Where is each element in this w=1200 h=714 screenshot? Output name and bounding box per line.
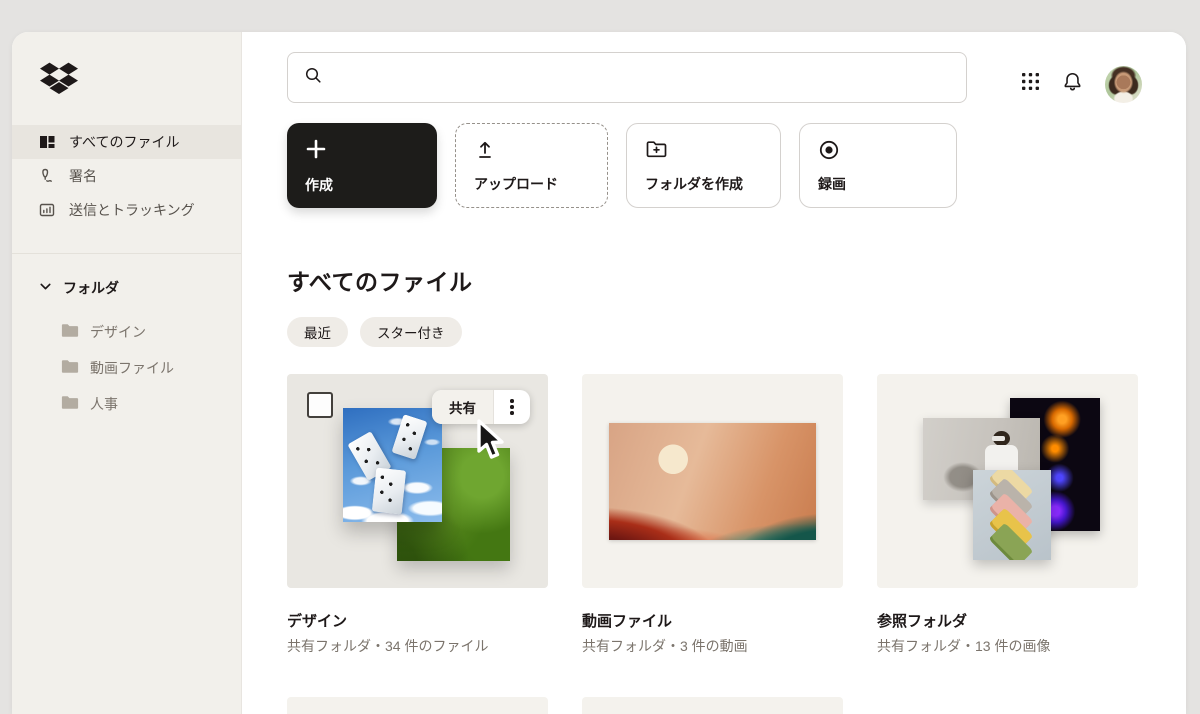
folder-icon: [61, 395, 79, 413]
all-files-icon: [38, 133, 56, 151]
card-subtitle: 共有フォルダ・13 件の画像: [877, 638, 1051, 654]
sidebar-item-label: 署名: [69, 168, 97, 184]
folder-item-label: デザイン: [90, 324, 146, 340]
card-videos[interactable]: 動画ファイル 共有フォルダ・3 件の動画: [582, 374, 843, 656]
sidebar-folders-header[interactable]: フォルダ: [12, 278, 241, 298]
sidebar-nav: すべてのファイル 署名 送信とトラッキング: [12, 125, 241, 227]
record-button-label: 録画: [818, 176, 846, 192]
app-window: すべてのファイル 署名 送信とトラッキング フォルダ デザイン 動画ファイル 人…: [12, 32, 1186, 714]
sidebar-item-signatures[interactable]: 署名: [12, 159, 241, 193]
folder-item-label: 動画ファイル: [90, 360, 174, 376]
card-checkbox[interactable]: [307, 392, 333, 418]
page-title: すべてのファイル: [287, 269, 473, 295]
upload-icon: [474, 139, 496, 166]
create-folder-button[interactable]: フォルダを作成: [626, 123, 781, 208]
filter-starred[interactable]: スター付き: [360, 317, 462, 347]
pen-icon: [38, 167, 56, 185]
plus-icon: [305, 138, 327, 165]
sidebar: すべてのファイル 署名 送信とトラッキング フォルダ デザイン 動画ファイル 人…: [12, 32, 242, 714]
kebab-menu-icon: [510, 399, 514, 415]
folder-icon: [61, 323, 79, 341]
next-row-partial: [287, 697, 843, 714]
folder-icon: [61, 359, 79, 377]
sidebar-divider: [12, 253, 241, 254]
search-input[interactable]: [333, 69, 951, 86]
sidebar-item-all-files[interactable]: すべてのファイル: [12, 125, 241, 159]
filter-recent[interactable]: 最近: [287, 317, 348, 347]
avatar[interactable]: [1105, 65, 1142, 103]
apps-grid-icon[interactable]: [1021, 72, 1040, 96]
card-partial[interactable]: [582, 697, 843, 714]
card-reference[interactable]: 参照フォルダ 共有フォルダ・13 件の画像: [877, 374, 1138, 656]
filter-chips: 最近 スター付き: [287, 317, 462, 347]
folder-plus-icon: [645, 139, 669, 166]
more-options-button[interactable]: [494, 390, 530, 424]
die-shape: [391, 414, 428, 460]
card-title: 参照フォルダ: [877, 613, 968, 630]
card-hover-toolbar: 共有: [432, 390, 530, 424]
sidebar-folder-design[interactable]: デザイン: [12, 314, 241, 350]
folders-header-label: フォルダ: [63, 280, 119, 296]
share-button[interactable]: 共有: [432, 390, 493, 424]
card-partial[interactable]: [287, 697, 548, 714]
card-title: デザイン: [287, 613, 348, 630]
search-bar[interactable]: [287, 52, 967, 103]
create-folder-button-label: フォルダを作成: [645, 176, 743, 192]
action-buttons-row: 作成 アップロード フォルダを作成 録画: [287, 123, 957, 208]
thumbnail-isometric-image: [973, 470, 1051, 560]
chevron-down-icon: [38, 279, 53, 297]
tracking-chart-icon: [38, 201, 56, 219]
card-videos-thumbnail: [582, 374, 843, 588]
card-title: 動画ファイル: [582, 613, 673, 630]
card-design[interactable]: 共有 デザイン 共有フォルダ・34 件のファイル: [287, 374, 548, 656]
folder-item-label: 人事: [90, 396, 118, 412]
record-icon: [818, 139, 840, 166]
file-cards-row: 共有 デザイン 共有フォルダ・34 件のファイル 動画ファイル 共有フォルダ・3…: [287, 374, 1138, 656]
create-button-label: 作成: [305, 177, 333, 193]
vr-headset: [992, 436, 1006, 442]
search-icon: [303, 65, 323, 90]
thumbnail-dice-image: [343, 408, 442, 522]
sidebar-folder-videos[interactable]: 動画ファイル: [12, 350, 241, 386]
card-subtitle: 共有フォルダ・34 件のファイル: [287, 638, 489, 654]
thumbnail-wave-image: [609, 423, 816, 540]
record-button[interactable]: 録画: [799, 123, 957, 208]
create-button[interactable]: 作成: [287, 123, 437, 208]
upload-button[interactable]: アップロード: [455, 123, 608, 208]
topbar-icons: [1021, 59, 1142, 109]
sidebar-item-label: すべてのファイル: [69, 134, 180, 150]
die-shape: [371, 467, 407, 515]
card-reference-thumbnail: [877, 374, 1138, 588]
card-design-thumbnail: 共有: [287, 374, 548, 588]
card-subtitle: 共有フォルダ・3 件の動画: [582, 638, 748, 654]
dropbox-logo-icon[interactable]: [40, 62, 78, 95]
notifications-bell-icon[interactable]: [1062, 71, 1083, 97]
sidebar-item-label: 送信とトラッキング: [69, 202, 195, 218]
upload-button-label: アップロード: [474, 176, 558, 192]
main-content: 作成 アップロード フォルダを作成 録画 すべてのファイル 最近 スター付き 共…: [242, 32, 1186, 714]
sidebar-folder-hr[interactable]: 人事: [12, 386, 241, 422]
sidebar-item-send-tracking[interactable]: 送信とトラッキング: [12, 193, 241, 227]
sidebar-folder-list: デザイン 動画ファイル 人事: [12, 314, 241, 422]
